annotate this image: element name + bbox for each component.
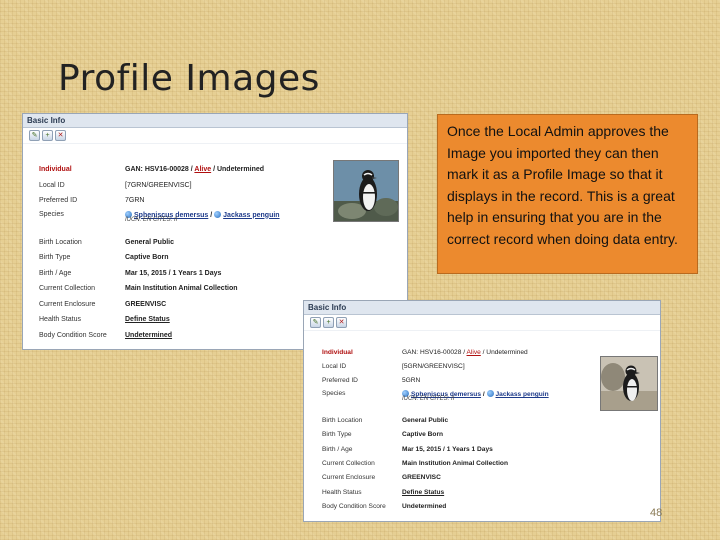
globe-icon <box>486 390 494 398</box>
panel-header: Basic Info <box>304 301 660 315</box>
edit-icon[interactable]: ✎ <box>310 317 321 328</box>
birth-age-row: Birth / Age Mar 15, 2015 / 1 Years 1 Day… <box>39 269 222 277</box>
birth-type-row: Birth Type Captive Born <box>322 431 444 439</box>
current-collection-row: Current Collection Main Institution Anim… <box>322 460 508 468</box>
health-status-row: Health Status Define Status <box>39 316 170 324</box>
current-collection-row: Current Collection Main Institution Anim… <box>39 285 238 293</box>
individual-label: Individual <box>39 166 72 174</box>
penguin-photo <box>600 356 658 411</box>
basic-info-rows: Individual GAN: HSV16-00028 / Alive / Un… <box>39 162 280 343</box>
slide-title: Profile Images <box>58 58 320 99</box>
penguin-photo-image <box>334 161 398 221</box>
penguin-photo <box>333 160 399 222</box>
preferred-id-row: Preferred ID 5GRN <box>322 377 421 385</box>
birth-age-row: Birth / Age Mar 15, 2015 / 1 Years 1 Day… <box>322 445 493 453</box>
panel-toolbar: ✎ + ✕ <box>304 315 660 331</box>
local-id-row: Local ID [7GRN/GREENVISC] <box>39 181 192 189</box>
current-enclosure-row: Current Enclosure GREENVISC <box>39 300 167 308</box>
species-row: Species Spheniscus demersus / Jackass pe… <box>39 210 280 223</box>
species-row: Species Spheniscus demersus / Jackass pe… <box>322 390 549 403</box>
delete-icon[interactable]: ✕ <box>55 130 66 141</box>
current-enclosure-row: Current Enclosure GREENVISC <box>322 474 441 482</box>
basic-info-rows: Individual GAN: HSV16-00028 / Alive / Un… <box>322 345 549 514</box>
define-status-link[interactable]: Define Status <box>402 489 444 496</box>
gan-value: GAN: HSV16-00028 / Alive / Undetermined <box>402 348 528 356</box>
alive-status-link[interactable]: Alive <box>467 349 481 356</box>
preferred-id-row: Preferred ID 7GRN <box>39 197 145 205</box>
individual-row: Individual GAN: HSV16-00028 / Alive / Un… <box>39 162 280 178</box>
birth-location-row: Birth Location General Public <box>39 238 175 246</box>
panel-toolbar: ✎ + ✕ <box>23 128 407 144</box>
edit-icon[interactable]: ✎ <box>29 130 40 141</box>
define-status-link[interactable]: Define Status <box>125 316 170 323</box>
common-name-link[interactable]: Jackass penguin <box>496 391 549 398</box>
globe-icon <box>214 210 222 218</box>
basic-info-panel-after: Basic Info ✎ + ✕ Individual GAN: HSV16-0… <box>303 300 661 522</box>
add-icon[interactable]: + <box>42 130 53 141</box>
instruction-callout: Once the Local Admin approves the Image … <box>437 114 698 274</box>
panel-header: Basic Info <box>23 114 407 128</box>
birth-type-row: Birth Type Captive Born <box>39 254 169 262</box>
body-condition-row: Body Condition Score Undetermined <box>39 331 173 339</box>
local-id-row: Local ID [5GRN/GREENVISC] <box>322 363 465 371</box>
individual-row: Individual GAN: HSV16-00028 / Alive / Un… <box>322 345 549 359</box>
health-status-row: Health Status Define Status <box>322 488 445 496</box>
gan-value: GAN: HSV16-00028 / Alive / Undetermined <box>125 166 265 174</box>
individual-label: Individual <box>322 348 353 356</box>
body-condition-row: Body Condition Score Undetermined <box>322 503 447 511</box>
penguin-photo-image <box>601 357 657 410</box>
body-condition-link[interactable]: Undetermined <box>125 332 172 339</box>
birth-location-row: Birth Location General Public <box>322 416 449 424</box>
alive-status-link[interactable]: Alive <box>194 166 211 173</box>
common-name-link[interactable]: Jackass penguin <box>223 212 279 219</box>
add-icon[interactable]: + <box>323 317 334 328</box>
slide-number: 48 <box>650 507 663 519</box>
delete-icon[interactable]: ✕ <box>336 317 347 328</box>
